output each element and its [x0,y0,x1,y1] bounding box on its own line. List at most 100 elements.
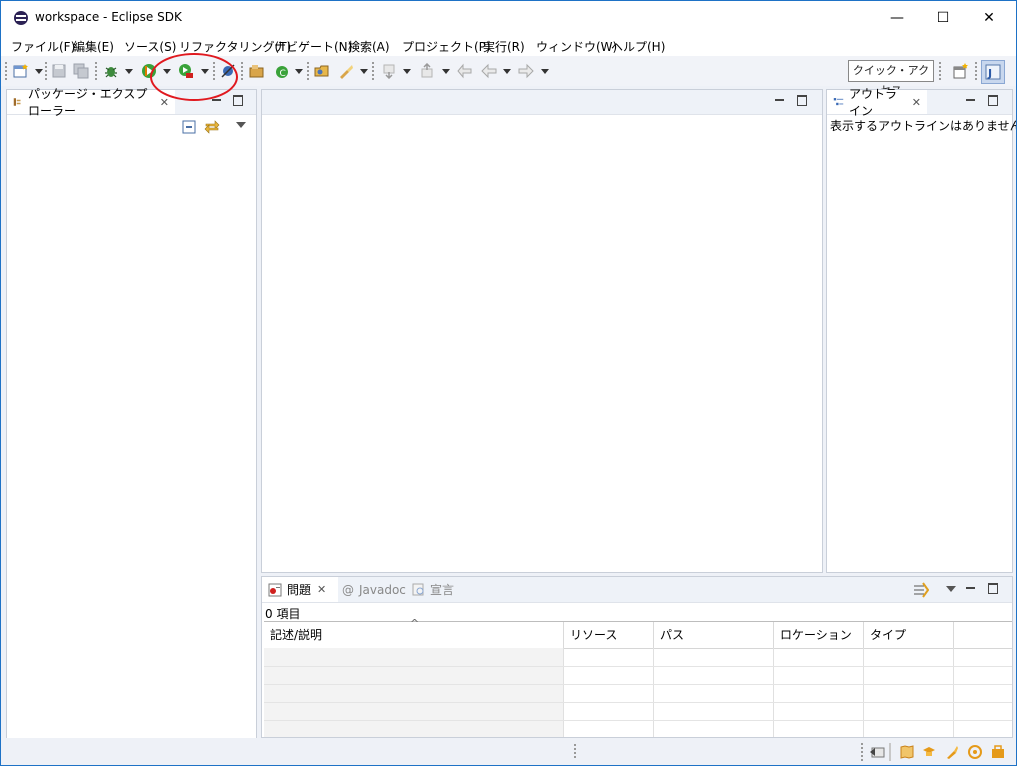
save-icon[interactable] [51,63,67,79]
outline-tabbar: アウトライン ✕ [827,87,1012,118]
column-path[interactable]: パス [654,622,774,648]
menu-file[interactable]: ファイル(F) [11,38,75,55]
eclipse-icon [14,11,28,25]
search-icon[interactable] [338,63,354,79]
java-perspective-icon: J [985,64,1001,80]
menu-navigate[interactable]: ナビゲート(N) [274,38,352,55]
quick-access-input[interactable]: クイック・アクセス [848,60,934,97]
next-annotation-icon[interactable] [381,63,397,79]
maximize-icon[interactable] [988,95,998,106]
new-class-icon[interactable]: C [274,63,290,79]
last-edit-icon[interactable] [457,63,473,79]
menu-edit[interactable]: 編集(E) [73,38,114,55]
menu-help[interactable]: ヘルプ(H) [611,38,665,55]
menu-run[interactable]: 実行(R) [483,38,525,55]
next-annotation-dropdown-icon[interactable] [403,69,411,74]
declaration-icon [412,583,424,596]
link-with-editor-icon[interactable] [204,119,220,135]
workbench-icon[interactable] [991,745,1005,759]
back-dropdown-icon[interactable] [503,69,511,74]
svg-text:J: J [987,67,992,80]
new-class-dropdown-icon[interactable] [295,69,303,74]
back-icon[interactable] [481,63,497,79]
view-menu-icon[interactable] [236,122,246,128]
close-icon[interactable]: ✕ [912,96,921,109]
tab-problems[interactable]: 問題 ✕ [262,577,338,602]
declaration-tab-label: 宣言 [430,583,455,597]
overview-icon[interactable] [900,745,914,759]
maximize-icon[interactable] [797,95,807,106]
java-perspective-button[interactable]: J [981,60,1005,84]
tab-javadoc[interactable]: @ Javadoc [342,577,406,602]
package-explorer-icon [13,98,21,106]
toolbar-separator [95,62,97,80]
table-row [264,648,1012,667]
previous-annotation-dropdown-icon[interactable] [442,69,450,74]
outline-panel: アウトライン ✕ 表示するアウトラインはありません。 [826,87,1016,573]
status-grip[interactable] [574,744,576,758]
tab-declaration[interactable]: 宣言 [412,577,454,602]
editor-area[interactable] [261,89,823,573]
problems-table-header: 記述/説明 ^ リソース パス ロケーション タイプ [264,617,1012,649]
close-icon[interactable]: ✕ [160,96,169,109]
minimize-icon[interactable] [212,99,221,101]
title-bar: workspace - Eclipse SDK — ☐ ✕ [1,1,1016,34]
column-location[interactable]: ロケーション [774,622,864,648]
view-menu-icon[interactable] [946,586,956,592]
column-type[interactable]: タイプ [864,622,954,648]
toolbar-separator [241,62,243,80]
new-java-project-icon[interactable] [249,63,265,79]
search-dropdown-icon[interactable] [360,69,368,74]
menu-window[interactable]: ウィンドウ(W) [536,38,617,55]
open-type-icon[interactable] [314,63,330,79]
menu-bar: ファイル(F) 編集(E) ソース(S) リファクタリング(T) ナビゲート(N… [1,34,1016,56]
fast-view-icon[interactable] [870,745,886,759]
minimize-icon[interactable] [775,99,784,101]
status-separator [861,743,863,761]
open-perspective-icon[interactable] [953,63,969,79]
eclipse-window: workspace - Eclipse SDK — ☐ ✕ ファイル(F) 編集… [0,0,1017,766]
sort-ascending-icon: ^ [410,617,420,630]
minimize-button[interactable]: — [874,1,920,34]
toolbar-separator [45,62,47,80]
status-bar [1,738,1016,765]
problems-panel: 問題 ✕ @ Javadoc 宣言 0 項目 記述/説明 ^ リソース パス ロ… [261,576,1013,738]
minimize-icon[interactable] [966,99,975,101]
tab-package-explorer[interactable]: パッケージ・エクスプローラー ✕ [7,87,175,118]
column-resource[interactable]: リソース [564,622,654,648]
toolbar-separator [307,62,309,80]
minimize-icon[interactable] [966,587,975,589]
outline-icon [833,98,844,106]
samples-icon[interactable] [945,745,959,759]
toolbar-grip[interactable] [5,62,7,80]
maximize-icon[interactable] [233,95,243,106]
collapse-all-icon[interactable] [182,120,196,134]
close-button[interactable]: ✕ [966,1,1012,34]
tab-outline[interactable]: アウトライン ✕ [827,87,927,118]
toolbar-separator [975,62,977,80]
close-icon[interactable]: ✕ [317,583,326,596]
forward-icon[interactable] [518,63,534,79]
table-row [264,702,1012,721]
menu-project[interactable]: プロジェクト(P) [402,38,491,55]
maximize-icon[interactable] [988,583,998,594]
toolbar-separator [939,62,941,80]
menu-search[interactable]: 検索(A) [348,38,390,55]
new-dropdown-icon[interactable] [35,69,43,74]
menu-source[interactable]: ソース(S) [124,38,176,55]
forward-dropdown-icon[interactable] [541,69,549,74]
whats-new-icon[interactable] [968,745,982,759]
debug-dropdown-icon[interactable] [125,69,133,74]
problems-item-count: 0 項目 [265,607,301,621]
tutorials-icon[interactable] [922,745,936,759]
table-row [264,684,1012,703]
maximize-button[interactable]: ☐ [920,1,966,34]
previous-annotation-icon[interactable] [419,63,435,79]
outline-empty-message: 表示するアウトラインはありません。 [830,119,1017,133]
status-separator [889,743,891,761]
configure-contents-icon[interactable] [913,582,929,598]
problems-tab-label: 問題 [287,583,312,597]
save-all-icon[interactable] [73,63,89,79]
debug-icon[interactable] [103,63,119,79]
new-icon[interactable] [13,63,29,79]
